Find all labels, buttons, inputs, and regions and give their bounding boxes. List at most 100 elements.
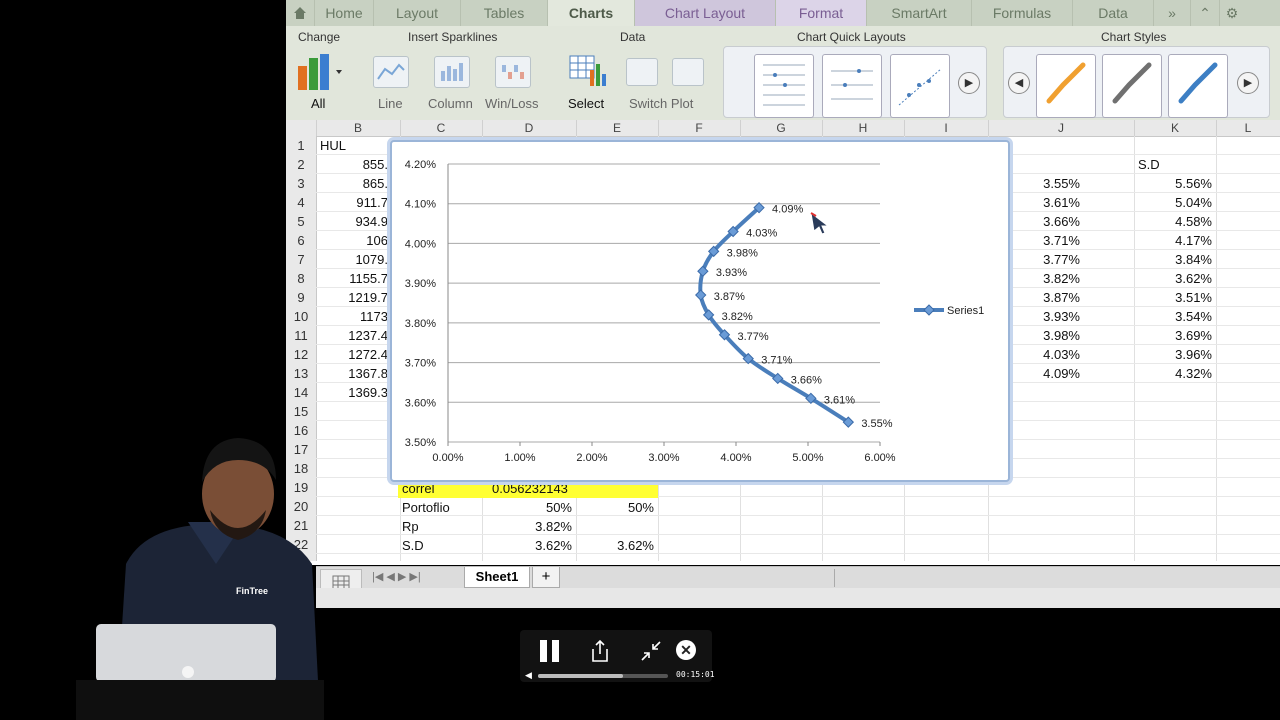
row-header-13[interactable]: 13 (286, 364, 316, 383)
row-header-7[interactable]: 7 (286, 250, 316, 269)
column-header-k[interactable]: K (1134, 120, 1217, 136)
column-header-d[interactable]: D (482, 120, 577, 136)
cell-b8[interactable]: 1155.7 (316, 269, 388, 288)
winloss-sparkline-icon[interactable] (495, 56, 531, 88)
scrollbar-splitter[interactable] (834, 569, 835, 587)
collapse-ribbon-icon[interactable]: ⌃ (1191, 0, 1220, 26)
quick-layout-2[interactable] (822, 54, 882, 118)
cell-e20[interactable]: 50% (576, 498, 654, 517)
line-button[interactable]: Line (378, 96, 403, 111)
chart-styles-next-icon[interactable]: ▶ (1237, 72, 1259, 94)
column-header-e[interactable]: E (576, 120, 659, 136)
column-sparkline-icon[interactable] (434, 56, 470, 88)
cell-k2[interactable]: S.D (1138, 155, 1160, 174)
column-header-l[interactable]: L (1216, 120, 1280, 136)
chart-style-2[interactable] (1102, 54, 1162, 118)
video-progress-track[interactable] (538, 674, 668, 678)
cell-b1[interactable]: HUL (320, 136, 346, 155)
tab-formulas[interactable]: Formulas (972, 0, 1073, 26)
share-icon[interactable] (590, 639, 610, 668)
row-header-4[interactable]: 4 (286, 193, 316, 212)
volume-icon[interactable]: ◀ (525, 670, 532, 681)
tab-smartart[interactable]: SmartArt (867, 0, 972, 26)
home-icon[interactable] (286, 0, 315, 26)
cell-k12[interactable]: 3.96% (1134, 345, 1212, 364)
cell-b6[interactable]: 106 (316, 231, 388, 250)
row-header-8[interactable]: 8 (286, 269, 316, 288)
chart-type-icon[interactable] (296, 52, 344, 92)
cell-k10[interactable]: 3.54% (1134, 307, 1212, 326)
cell-b9[interactable]: 1219.7 (316, 288, 388, 307)
select-data-icon[interactable] (568, 52, 608, 90)
column-button[interactable]: Column (428, 96, 473, 111)
cell-b14[interactable]: 1369.3 (316, 383, 388, 402)
more-tabs-icon[interactable]: » (1154, 0, 1191, 26)
cell-k11[interactable]: 3.69% (1134, 326, 1212, 345)
row-header-2[interactable]: 2 (286, 155, 316, 174)
cell-d22[interactable]: 3.62% (482, 536, 572, 555)
cell-e22[interactable]: 3.62% (576, 536, 654, 555)
winloss-button[interactable]: Win/Loss (485, 96, 538, 111)
tab-format[interactable]: Format (776, 0, 867, 26)
cell-b10[interactable]: 1173 (316, 307, 388, 326)
row-header-9[interactable]: 9 (286, 288, 316, 307)
select-button[interactable]: Select (568, 96, 604, 111)
line-sparkline-icon[interactable] (373, 56, 409, 88)
column-header-c[interactable]: C (400, 120, 483, 136)
close-icon[interactable]: ✕ (676, 640, 696, 660)
tab-data[interactable]: Data (1073, 0, 1154, 26)
cell-k9[interactable]: 3.51% (1134, 288, 1212, 307)
cell-b12[interactable]: 1272.4 (316, 345, 388, 364)
cell-k4[interactable]: 5.04% (1134, 193, 1212, 212)
cell-b2[interactable]: 855. (316, 155, 388, 174)
column-header-j[interactable]: J (988, 120, 1135, 136)
row-header-5[interactable]: 5 (286, 212, 316, 231)
cell-b7[interactable]: 1079. (316, 250, 388, 269)
cell-k3[interactable]: 5.56% (1134, 174, 1212, 193)
cell-k6[interactable]: 4.17% (1134, 231, 1212, 250)
cell-b3[interactable]: 865. (316, 174, 388, 193)
column-header-f[interactable]: F (658, 120, 741, 136)
select-all-corner[interactable] (286, 120, 317, 136)
exit-fullscreen-icon[interactable] (640, 640, 662, 667)
row-header-12[interactable]: 12 (286, 345, 316, 364)
cell-c22-sd[interactable]: S.D (402, 536, 424, 555)
sheet-nav-arrows-icon[interactable]: |◀ ◀ ▶ ▶| (372, 570, 421, 583)
chart-styles-prev-icon[interactable]: ◀ (1008, 72, 1030, 94)
cell-c21-rp[interactable]: Rp (402, 517, 419, 536)
row-header-11[interactable]: 11 (286, 326, 316, 345)
row-header-14[interactable]: 14 (286, 383, 316, 402)
all-button[interactable]: All (311, 96, 325, 111)
switch-plot-button[interactable]: Switch Plot (629, 96, 693, 111)
row-header-15[interactable]: 15 (286, 402, 316, 421)
switch-cols-icon[interactable] (672, 58, 704, 86)
cell-b4[interactable]: 911.7 (316, 193, 388, 212)
add-sheet-button[interactable]: + (532, 567, 560, 588)
quick-layout-1[interactable] (754, 54, 814, 118)
quick-layouts-next-icon[interactable]: ▶ (958, 72, 980, 94)
chart-style-1[interactable] (1036, 54, 1096, 118)
column-header-i[interactable]: I (904, 120, 989, 136)
switch-rows-icon[interactable] (626, 58, 658, 86)
gear-icon[interactable]: ⚙ (1220, 0, 1244, 26)
quick-layout-3[interactable] (890, 54, 950, 118)
column-header-g[interactable]: G (740, 120, 823, 136)
pause-button[interactable] (538, 638, 562, 669)
row-header-1[interactable]: 1 (286, 136, 316, 155)
cell-k7[interactable]: 3.84% (1134, 250, 1212, 269)
tab-charts[interactable]: Charts (548, 0, 635, 26)
row-header-6[interactable]: 6 (286, 231, 316, 250)
column-header-h[interactable]: H (822, 120, 905, 136)
cell-b13[interactable]: 1367.8 (316, 364, 388, 383)
tab-chart-layout[interactable]: Chart Layout (635, 0, 776, 26)
tab-home[interactable]: Home (315, 0, 374, 26)
cell-b11[interactable]: 1237.4 (316, 326, 388, 345)
chart-style-3[interactable] (1168, 54, 1228, 118)
column-header-b[interactable]: B (316, 120, 401, 136)
cell-d21[interactable]: 3.82% (482, 517, 572, 536)
cell-d20[interactable]: 50% (482, 498, 572, 517)
cell-k8[interactable]: 3.62% (1134, 269, 1212, 288)
chart-object[interactable]: 3.50% 3.60% 3.70% 3.80% 3.90% 4.00% 4.10% 4.20%… (390, 140, 1010, 482)
cell-b5[interactable]: 934.9 (316, 212, 388, 231)
sheet-tab-sheet1[interactable]: Sheet1 (464, 567, 530, 588)
